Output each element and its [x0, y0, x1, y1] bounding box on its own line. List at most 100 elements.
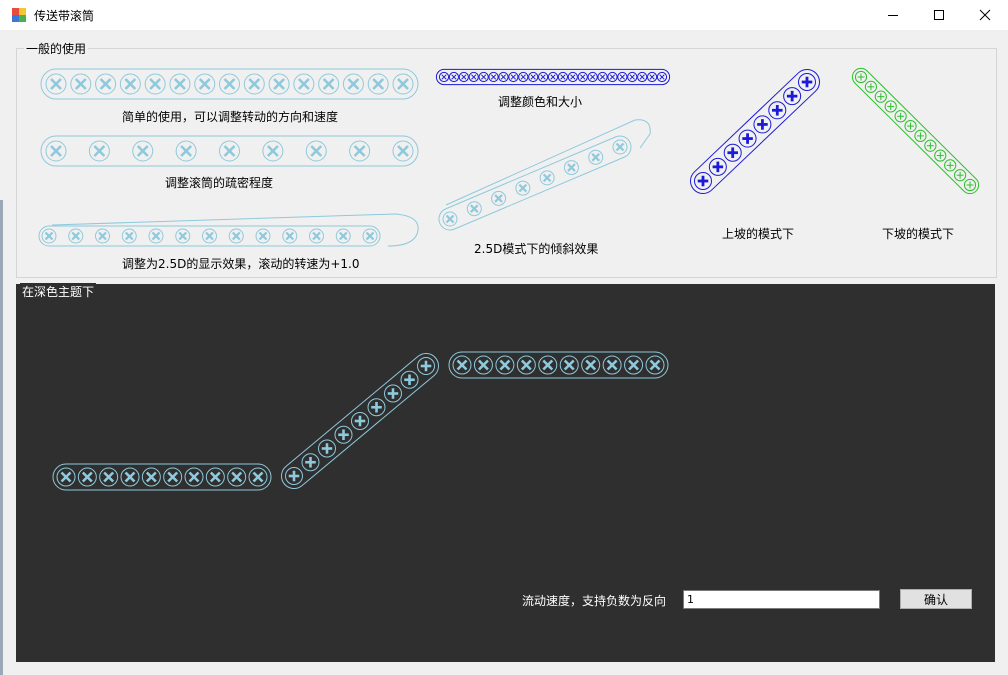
conveyor-simple	[40, 68, 419, 100]
dark-conveyor-left	[52, 463, 272, 491]
roller-icon	[77, 467, 97, 487]
roller-icon	[924, 139, 937, 152]
roller-icon	[227, 467, 247, 487]
roller-icon	[944, 159, 957, 172]
confirm-button[interactable]: 确认	[900, 589, 972, 609]
roller-icon	[41, 228, 57, 244]
roller-icon	[624, 355, 644, 375]
roller-icon	[798, 73, 816, 91]
roller-icon	[99, 467, 119, 487]
conveyor-25d	[38, 225, 381, 247]
roller-icon	[645, 355, 665, 375]
roller-icon	[768, 101, 787, 120]
roller-icon	[537, 71, 549, 83]
roller-icon	[262, 140, 284, 162]
roller-icon	[318, 73, 340, 95]
roller-icon	[563, 160, 579, 176]
speed-label: 流动速度，支持负数为反向	[522, 594, 667, 608]
roller-icon	[478, 71, 489, 83]
conveyor-tilt-top	[445, 119, 651, 206]
roller-icon	[417, 357, 435, 375]
roller-icon	[473, 355, 493, 375]
roller-icon	[577, 71, 588, 83]
roller-icon	[528, 71, 539, 83]
roller-icon	[914, 129, 927, 143]
roller-icon	[753, 115, 772, 134]
caption-25d: 调整为2.5D的显示效果，滚动的转速为+1.0	[122, 257, 360, 271]
roller-icon	[175, 228, 191, 244]
conveyor-tilt	[438, 135, 632, 231]
roller-icon	[384, 384, 402, 403]
roller-icon	[894, 110, 907, 123]
roller-icon	[228, 228, 244, 244]
roller-icon	[597, 71, 608, 83]
speed-input[interactable]	[683, 590, 880, 609]
roller-icon	[169, 73, 191, 95]
roller-icon	[301, 453, 320, 472]
roller-icon	[466, 201, 482, 217]
roller-icon	[963, 178, 977, 192]
roller-icon	[904, 119, 917, 133]
caption-uphill: 上坡的模式下	[722, 227, 795, 241]
roller-icon	[70, 73, 92, 95]
roller-icon	[184, 467, 204, 487]
roller-icon	[56, 467, 76, 487]
caption-color-size: 调整颜色和大小	[498, 95, 583, 109]
roller-icon	[656, 71, 668, 83]
roller-icon	[934, 149, 947, 162]
roller-icon	[458, 71, 469, 83]
conveyor-uphill-belt	[690, 68, 821, 194]
roller-icon	[602, 355, 622, 375]
roller-icon	[367, 73, 389, 95]
roller-icon	[567, 71, 578, 83]
roller-icon	[144, 73, 166, 95]
roller-icon	[612, 139, 628, 155]
roller-icon	[305, 140, 327, 162]
conveyor-tilt-belt	[438, 135, 632, 231]
roller-icon	[68, 228, 84, 244]
roller-icon	[342, 73, 364, 95]
dark-conveyor-right	[448, 351, 669, 379]
roller-icon	[268, 73, 290, 95]
roller-icon	[392, 140, 414, 162]
roller-icon	[243, 73, 265, 95]
roller-icon	[448, 71, 460, 83]
roller-icon	[508, 71, 519, 83]
roller-icon	[694, 172, 712, 190]
roller-icon	[349, 140, 371, 162]
roller-icon	[119, 73, 141, 95]
roller-icon	[516, 355, 536, 375]
conveyor-density	[40, 135, 419, 167]
roller-icon	[607, 71, 618, 83]
roller-icon	[148, 228, 164, 244]
roller-icon	[219, 140, 240, 162]
roller-icon	[559, 355, 579, 375]
roller-icon	[587, 71, 598, 83]
caption-density: 调整滚筒的疏密程度	[165, 176, 274, 190]
roller-icon	[581, 355, 601, 375]
roller-icon	[205, 467, 225, 487]
roller-icon	[362, 228, 378, 244]
roller-icon	[95, 73, 117, 95]
roller-icon	[367, 398, 386, 417]
roller-icon	[132, 140, 154, 162]
caption-tilt: 2.5D模式下的倾斜效果	[474, 242, 599, 256]
roller-icon	[518, 71, 529, 83]
roller-icon	[202, 228, 217, 244]
roller-icon	[637, 71, 648, 83]
roller-icon	[88, 140, 110, 162]
roller-icon	[874, 90, 887, 103]
roller-icon	[854, 70, 868, 84]
roller-icon	[547, 71, 559, 83]
roller-icon	[293, 73, 315, 95]
roller-icon	[121, 228, 137, 244]
roller-icon	[783, 87, 802, 106]
roller-icon	[438, 71, 450, 83]
conveyor-uphill	[690, 68, 821, 194]
roller-icon	[617, 71, 628, 83]
roller-icon	[498, 71, 509, 83]
roller-icon	[557, 71, 569, 83]
group-dark-title: 在深色主题下	[20, 283, 97, 300]
roller-icon	[723, 143, 742, 162]
roller-icon	[538, 355, 558, 375]
